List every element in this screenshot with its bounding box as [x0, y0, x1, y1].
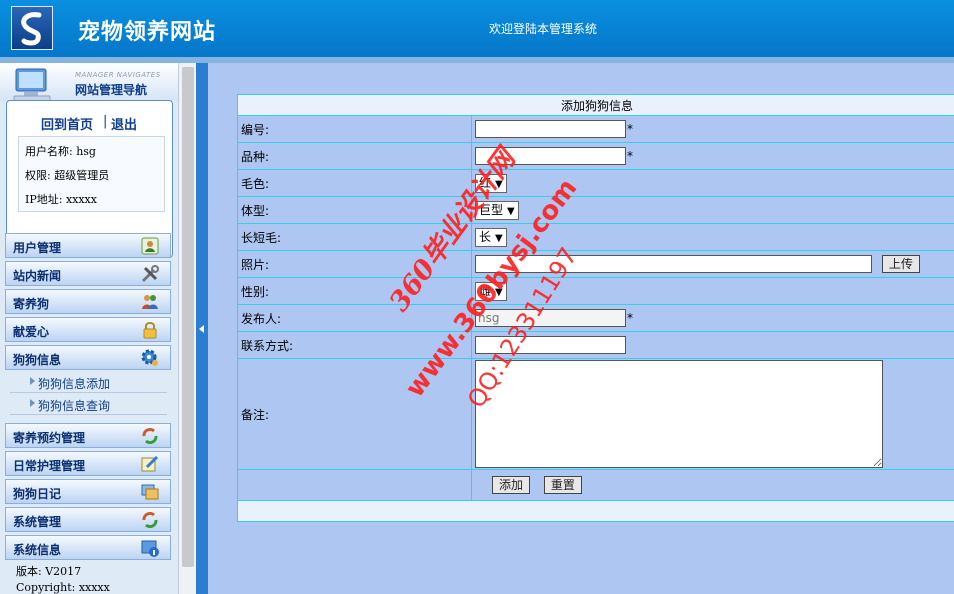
logout-link[interactable]: 退出: [111, 114, 137, 133]
menu-label: 献爱心: [13, 325, 50, 339]
id-input[interactable]: [475, 120, 626, 138]
user-name-text: 用户名称: hsg: [25, 145, 96, 158]
menu-label: 系统信息: [13, 543, 62, 557]
submenu-dog-query[interactable]: 狗狗信息查询: [10, 394, 167, 415]
menu-label: 寄养狗: [13, 297, 50, 311]
menu-dog-diary[interactable]: 狗狗日记: [5, 479, 171, 504]
site-logo: [11, 6, 53, 50]
id-label: 编号:: [237, 115, 472, 143]
publisher-input[interactable]: [475, 309, 626, 327]
arrow-right-icon: [30, 377, 35, 385]
menu-booking-management[interactable]: 寄养预约管理: [5, 423, 171, 448]
menu-dog-info[interactable]: 狗狗信息: [5, 345, 171, 370]
user-role-text: 权限: 超级管理员: [25, 169, 110, 182]
required-mark: *: [627, 121, 633, 136]
form-caption: 添加狗狗信息: [237, 94, 954, 116]
arrow-left-icon: [199, 325, 204, 333]
photo-input[interactable]: [475, 255, 872, 273]
upload-button[interactable]: 上传: [881, 255, 920, 273]
menu-label: 狗狗日记: [13, 487, 62, 501]
sidebar-scrollbar[interactable]: [178, 63, 197, 594]
user-info-box: 用户名称: hsg 权限: 超级管理员 IP地址: xxxxx: [18, 136, 165, 212]
publisher-label: 发布人:: [237, 304, 472, 332]
menu-label: 系统管理: [13, 515, 62, 529]
nav-header-english: MANAGER NAVIGATES: [75, 71, 161, 79]
menu-label: 狗狗信息: [13, 353, 62, 367]
menu-label: 日常护理管理: [13, 459, 86, 473]
submenu-label: 狗狗信息添加: [38, 377, 111, 391]
main-content: 添加狗狗信息 编号: * 品种: * 毛色: 红 ▼ 体型: 巨型 ▼ 长短毛: 长…: [208, 63, 954, 594]
copyright-text: Copyright: xxxxx: [16, 581, 110, 594]
refresh-icon: [142, 512, 158, 528]
refresh-icon: [142, 428, 158, 444]
add-dog-form: 添加狗狗信息 编号: * 品种: * 毛色: 红 ▼ 体型: 巨型 ▼ 长短毛: 长…: [237, 94, 954, 522]
arrow-right-icon: [30, 399, 35, 407]
nav-header-title: 网站管理导航: [75, 83, 148, 97]
form-footer: [237, 500, 954, 522]
gear-icon: [141, 349, 158, 366]
menu-label: 站内新闻: [13, 269, 62, 283]
welcome-text: 欢迎登陆本管理系统: [489, 22, 598, 36]
menu-label: 用户管理: [13, 241, 62, 255]
header-bar: 宠物领养网站 欢迎登陆本管理系统: [0, 0, 954, 57]
menu-foster-dog[interactable]: 寄养狗: [5, 289, 171, 314]
edit-icon: [141, 455, 159, 472]
user-ip-text: IP地址: xxxxx: [25, 193, 97, 206]
nav-header: MANAGER NAVIGATES 网站管理导航: [0, 63, 178, 102]
required-mark: *: [627, 310, 633, 325]
reset-button[interactable]: 重置: [543, 476, 582, 494]
version-text: 版本: V2017: [16, 565, 82, 578]
left-sidebar: MANAGER NAVIGATES 网站管理导航 回到首页 | 退出 用户名称:…: [0, 63, 178, 594]
submenu-label: 狗狗信息查询: [38, 399, 111, 413]
button-row-spacer: [237, 469, 472, 501]
menu-label: 寄养预约管理: [13, 431, 86, 445]
menu-system-info[interactable]: 系统信息: [5, 535, 171, 560]
people-icon: [142, 295, 158, 309]
note-textarea[interactable]: [475, 360, 883, 468]
user-icon: [141, 237, 159, 255]
lock-icon: [143, 322, 157, 339]
images-icon: [141, 484, 159, 500]
menu-system-management[interactable]: 系统管理: [5, 507, 171, 532]
scrollbar-thumb[interactable]: [182, 67, 194, 567]
required-mark: *: [627, 148, 633, 163]
menu-daily-care[interactable]: 日常护理管理: [5, 451, 171, 476]
computer-icon: [13, 68, 51, 102]
menu-charity[interactable]: 献爱心: [5, 317, 171, 342]
chevron-down-icon: ▼: [507, 205, 515, 217]
gender-label: 性别:: [237, 277, 472, 305]
info-icon: [141, 540, 159, 557]
menu-user-management[interactable]: 用户管理: [5, 233, 171, 258]
color-label: 毛色:: [237, 169, 472, 197]
submit-button[interactable]: 添加: [492, 476, 531, 494]
breed-label: 品种:: [237, 142, 472, 170]
site-title: 宠物领养网站: [78, 19, 217, 45]
tools-icon: [141, 265, 159, 283]
submenu-dog-add[interactable]: 狗狗信息添加: [10, 372, 167, 393]
menu-site-news[interactable]: 站内新闻: [5, 261, 171, 286]
hair-select[interactable]: 长 ▼: [475, 227, 507, 247]
sidebar-toggle[interactable]: [196, 63, 208, 594]
link-separator: |: [103, 114, 108, 129]
home-link[interactable]: 回到首页: [41, 114, 93, 133]
hair-select-value: 长: [479, 229, 492, 244]
chevron-down-icon: ▼: [495, 232, 503, 244]
